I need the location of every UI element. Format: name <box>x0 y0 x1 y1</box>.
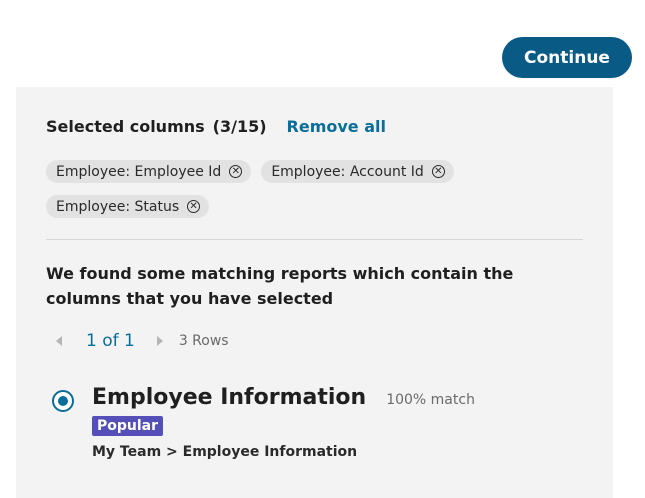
caret-left-icon[interactable] <box>56 336 62 346</box>
report-path: My Team > Employee Information <box>92 444 358 460</box>
report-radio-selected[interactable] <box>52 390 74 412</box>
matching-reports-message: We found some matching reports which con… <box>46 264 514 308</box>
page-indicator: 1 of 1 <box>86 331 135 351</box>
report-title: Employee Information <box>92 385 367 410</box>
popular-badge: Popular <box>92 416 164 436</box>
selected-column-chips: Employee: Employee Id ✕ Employee: Accoun… <box>46 160 566 230</box>
pagination: 1 of 1 3 Rows <box>56 331 229 351</box>
selected-columns-count: (3/15) <box>212 117 267 136</box>
divider <box>46 239 583 240</box>
column-chip: Employee: Status ✕ <box>46 195 210 218</box>
remove-all-link[interactable]: Remove all <box>287 117 386 136</box>
circle-x-icon[interactable]: ✕ <box>229 165 243 178</box>
column-chip-label: Employee: Employee Id <box>56 163 222 180</box>
selected-columns-title: Selected columns <box>46 117 205 136</box>
column-chip-label: Employee: Status <box>56 198 180 215</box>
match-percentage: 100% match <box>386 392 475 408</box>
selected-columns-panel: Selected columns (3/15) Remove all Emplo… <box>16 87 613 498</box>
continue-button[interactable]: Continue <box>502 37 632 78</box>
caret-right-icon[interactable] <box>156 336 163 346</box>
selected-columns-header: Selected columns (3/15) Remove all <box>46 117 386 136</box>
column-chip-label: Employee: Account Id <box>271 163 424 180</box>
row-count: 3 Rows <box>178 333 229 349</box>
column-chip: Employee: Employee Id ✕ <box>46 160 252 183</box>
column-chip: Employee: Account Id ✕ <box>261 160 454 183</box>
circle-x-icon[interactable]: ✕ <box>431 165 445 178</box>
circle-x-icon[interactable]: ✕ <box>187 200 201 213</box>
